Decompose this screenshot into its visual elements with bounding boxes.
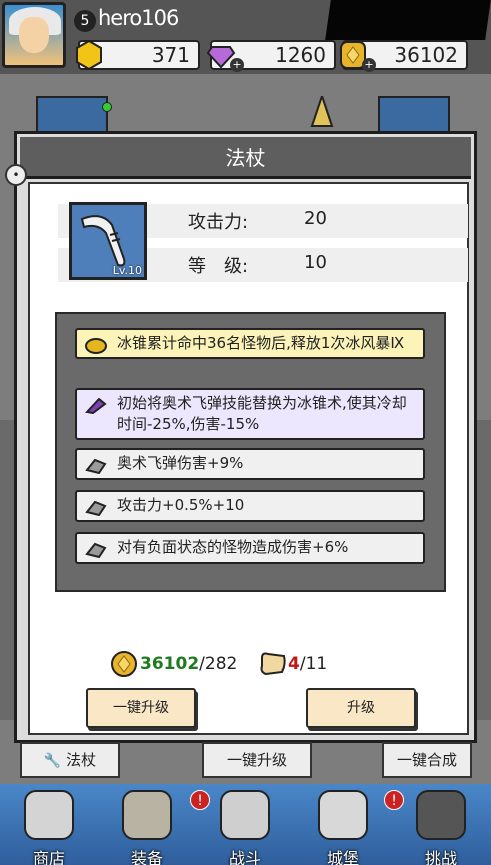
affix-text: 奥术飞弹伤害+9% xyxy=(117,454,244,472)
face-shape xyxy=(19,17,49,53)
affix-item: 攻击力+0.5%+10 xyxy=(75,490,425,522)
nav-label: 挑战 xyxy=(424,849,457,865)
currency-gold-hexagon: 371 xyxy=(76,39,200,71)
coin-cost: 36102/282 xyxy=(140,654,237,674)
new-dot-icon xyxy=(102,102,112,112)
currency-value: 36102 xyxy=(394,43,458,67)
scrolls-have: 4 xyxy=(288,654,300,674)
nav-challenge[interactable]: 挑战 xyxy=(392,784,491,865)
affix-item: 奥术飞弹伤害+9% xyxy=(75,448,425,480)
affix-text: 冰锥累计命中36名怪物后,释放1次冰风暴Ⅸ xyxy=(117,334,405,352)
crossed-swords-icon xyxy=(220,790,270,840)
stone-icon xyxy=(85,500,107,516)
right-side-panel xyxy=(477,420,491,720)
item-detail-dialog: 法杖 • Lv.10 攻击力: 20 等 级: 10 冰锥累计命中36名怪物后,… xyxy=(5,131,477,743)
currency-gold-coin: + 36102 xyxy=(340,40,468,72)
upgrade-button[interactable]: 升级 xyxy=(306,688,416,728)
purple-crystal-icon xyxy=(85,398,107,414)
backpack-icon xyxy=(122,790,172,840)
affix-text: 对有负面状态的怪物造成伤害+6% xyxy=(117,538,349,556)
stat-level-row: 等 级: 10 xyxy=(188,252,327,278)
gold-coin-icon xyxy=(110,650,138,678)
stat-label: 攻击力: xyxy=(188,212,249,233)
nav-label: 战斗 xyxy=(228,849,261,865)
bottom-navigation: 商店 ! 装备 战斗 ! 城堡 挑战 xyxy=(0,784,491,865)
equipment-action-bar: 🔧 法杖 一键升级 一键合成 xyxy=(18,742,473,778)
weapon-filter-label: 法杖 xyxy=(66,751,97,769)
affix-text: 初始将奥术飞弹技能替换为冰锥术,使其冷却时间-25%,伤害-15% xyxy=(117,394,407,433)
locked-helmet-icon xyxy=(416,790,466,840)
nav-equipment[interactable]: ! 装备 xyxy=(98,784,210,865)
left-side-panel xyxy=(0,420,14,720)
wrench-icon: 🔧 xyxy=(43,753,62,769)
bar-one-click-upgrade-button[interactable]: 一键升级 xyxy=(202,742,312,778)
top-bar: 5 hero106 371 + 1260 + 36102 xyxy=(0,0,491,74)
shop-icon xyxy=(24,790,74,840)
affix-item: 初始将奥术飞弹技能替换为冰锥术,使其冷却时间-25%,伤害-15% xyxy=(75,388,425,440)
add-coins-icon[interactable]: + xyxy=(362,58,376,72)
coins-have: 36102 xyxy=(140,654,200,674)
one-click-upgrade-button[interactable]: 一键升级 xyxy=(86,688,196,728)
player-level-badge: 5 xyxy=(74,10,96,32)
nav-battle[interactable]: 战斗 xyxy=(196,784,294,865)
gold-rune-icon xyxy=(85,338,107,354)
gold-hexagon-icon xyxy=(76,39,102,71)
coins-need: /282 xyxy=(199,654,238,674)
add-gems-icon[interactable]: + xyxy=(230,58,244,72)
currency-purple-gem: + 1260 xyxy=(206,40,336,72)
nav-castle[interactable]: ! 城堡 xyxy=(294,784,404,865)
castle-icon xyxy=(318,790,368,840)
stat-label: 等 级: xyxy=(188,256,249,277)
redaction-block xyxy=(325,0,491,40)
player-name: hero106 xyxy=(98,6,179,30)
side-pet-icon[interactable]: • xyxy=(5,164,27,186)
stat-attack-row: 攻击力: 20 xyxy=(188,208,327,234)
nav-label: 城堡 xyxy=(326,849,359,865)
castle-spire-icon xyxy=(302,92,342,132)
item-level-label: Lv.10 xyxy=(112,264,142,277)
nav-shop[interactable]: 商店 xyxy=(0,784,98,865)
one-click-merge-button[interactable]: 一键合成 xyxy=(382,742,472,778)
stat-value: 20 xyxy=(304,208,327,229)
affix-item: 对有负面状态的怪物造成伤害+6% xyxy=(75,532,425,564)
dialog-body: Lv.10 攻击力: 20 等 级: 10 冰锥累计命中36名怪物后,释放1次冰… xyxy=(28,182,469,735)
player-avatar[interactable] xyxy=(2,2,66,68)
stone-icon xyxy=(85,458,107,474)
scroll-icon xyxy=(258,650,288,678)
scrolls-need: /11 xyxy=(299,654,328,674)
weapon-filter-button[interactable]: 🔧 法杖 xyxy=(20,742,120,778)
affix-item: 冰锥累计命中36名怪物后,释放1次冰风暴Ⅸ xyxy=(75,328,425,359)
stat-value: 10 xyxy=(304,252,327,273)
affix-list: 冰锥累计命中36名怪物后,释放1次冰风暴Ⅸ 初始将奥术飞弹技能替换为冰锥术,使其… xyxy=(55,312,446,592)
affix-text: 攻击力+0.5%+10 xyxy=(117,496,245,514)
dialog-title: 法杖 xyxy=(20,137,471,179)
nav-label: 商店 xyxy=(32,849,65,865)
stone-icon xyxy=(85,542,107,558)
scroll-cost: 4/11 xyxy=(288,654,327,674)
currency-value: 371 xyxy=(151,43,190,67)
staff-item-icon: Lv.10 xyxy=(69,202,147,280)
currency-value: 1260 xyxy=(275,43,326,67)
nav-label: 装备 xyxy=(130,849,163,865)
